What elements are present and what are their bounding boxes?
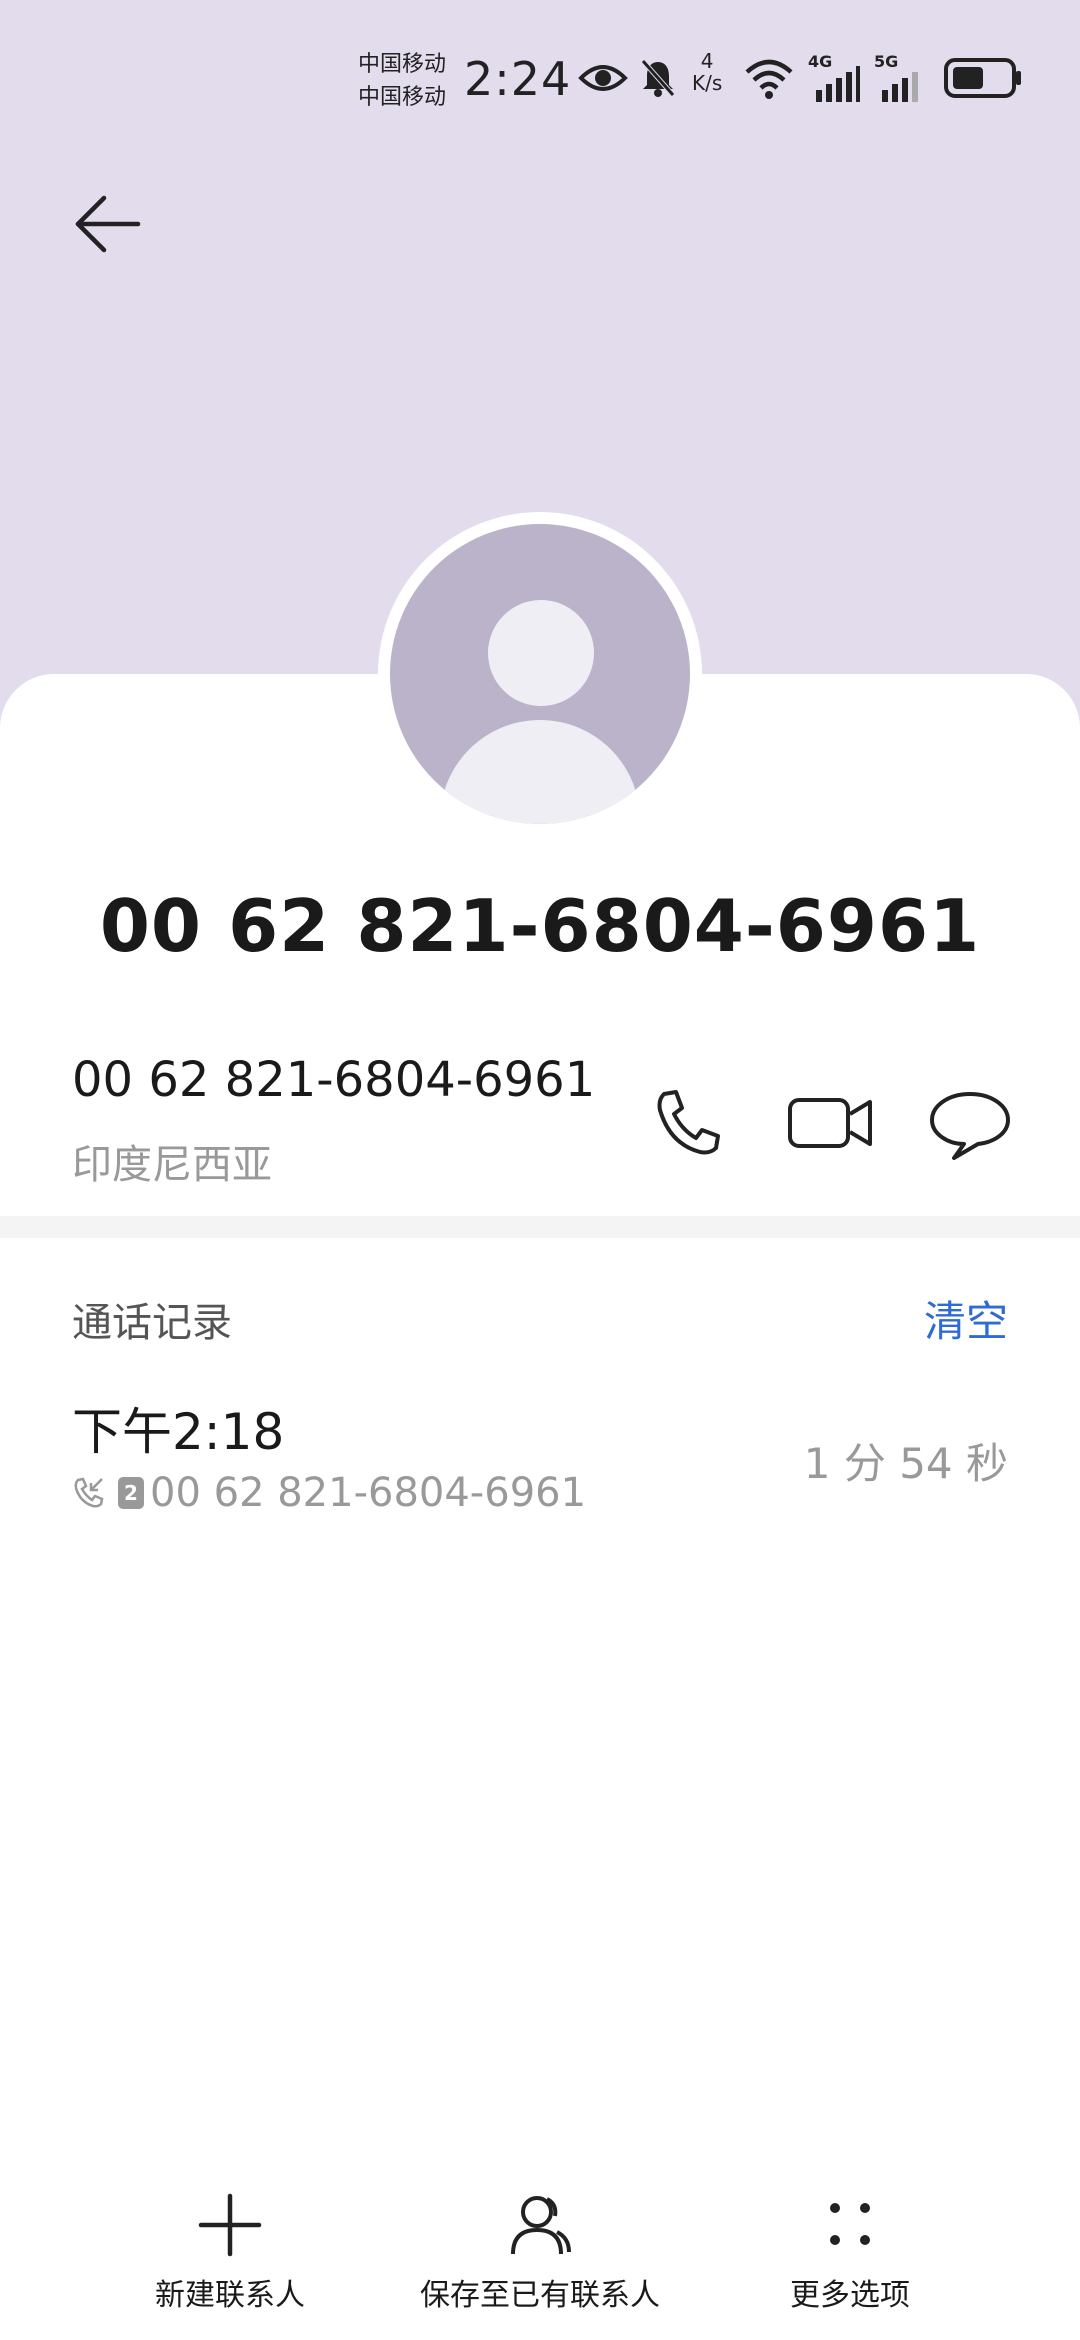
contact-number-row[interactable]: 00 62 821-6804-6961 印度尼西亚 [72,1052,1012,1192]
call-log-title: 通话记录 [72,1300,232,1346]
bottom-action-bar: 新建联系人 保存至已有联系人 更多选项 [0,2190,1080,2340]
signal-bars-icon [816,66,860,102]
save-to-existing-button[interactable]: 保存至已有联系人 [410,2190,670,2314]
new-contact-label: 新建联系人 [155,2278,305,2313]
call-number: 00 62 821-6804-6961 [150,1470,587,1516]
speed-unit: K/s [692,71,723,95]
call-time: 下午2:18 [72,1403,285,1461]
more-options-button[interactable]: 更多选项 [770,2190,930,2314]
battery-icon [944,58,1021,98]
status-bar: 中国移动 中国移动 2:24 4 K/s 4G 5G [0,40,1080,120]
call-duration: 1 分 54 秒 [803,1439,1008,1488]
section-divider [0,1216,1080,1238]
carrier-1: 中国移动 [358,52,447,77]
bell-muted-icon [641,59,675,97]
status-time: 2:24 [464,52,572,106]
signal-1: 4G [808,52,860,102]
save-to-existing-label: 保存至已有联系人 [420,2278,660,2313]
call-details: 2 00 62 821-6804-6961 [72,1468,586,1518]
contact-location: 印度尼西亚 [72,1142,272,1188]
video-call-icon[interactable] [786,1082,876,1162]
more-dots-icon [830,2203,870,2245]
phone-call-icon[interactable] [648,1082,728,1162]
incoming-call-icon [74,1477,104,1508]
page-title: 00 62 821-6804-6961 [99,884,981,968]
network-speed: 4 K/s [692,50,722,94]
eye-icon [578,65,628,91]
avatar [390,524,690,824]
arrow-left-icon [75,195,141,253]
carrier-2: 中国移动 [358,85,447,110]
message-icon[interactable] [928,1082,1012,1162]
clear-button[interactable]: 清空 [924,1288,1008,1349]
contact-detail-screen: 中国移动 中国移动 2:24 4 K/s 4G 5G 00 62 821-680… [0,0,1080,2340]
signal-2: 5G [874,52,926,102]
call-log-item[interactable]: 下午2:18 2 00 62 821-6804-6961 1 分 54 秒 [72,1392,1008,1522]
sim-number: 2 [124,1481,138,1505]
carrier-labels: 中国移动 中国移动 [358,48,446,114]
signal-bars-icon [882,72,918,102]
new-contact-button[interactable]: 新建联系人 [140,2190,320,2314]
more-options-label: 更多选项 [790,2278,910,2313]
avatar-head [488,600,594,706]
contact-number: 00 62 821-6804-6961 [72,1052,596,1108]
person-icon [511,2196,571,2255]
back-button[interactable] [62,180,152,270]
sim-badge: 2 [118,1477,144,1509]
speed-value: 4 [700,49,714,73]
wifi-icon [745,59,793,99]
plus-icon [198,2193,262,2257]
avatar-body [440,720,640,824]
